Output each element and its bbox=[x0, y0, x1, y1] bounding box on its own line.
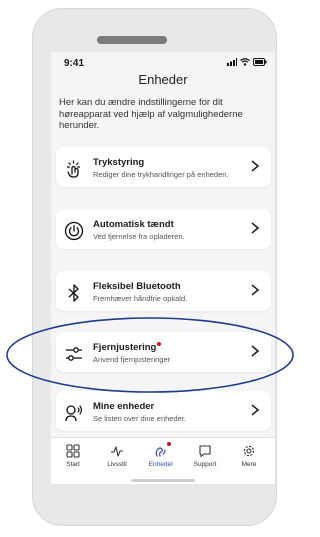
menu-item-fjernjustering[interactable]: Fjernjustering Anvend fjernjusteringer bbox=[56, 332, 271, 372]
chevron-right-icon bbox=[251, 404, 260, 416]
chat-icon bbox=[199, 445, 211, 458]
notification-dot bbox=[167, 442, 171, 446]
tab-label: Start bbox=[66, 461, 80, 468]
hearing-aid-icon bbox=[65, 405, 83, 422]
intro-text: Her kan du ændre indstillingerne for dit… bbox=[59, 97, 243, 131]
menu-item-mine-enheder[interactable]: Mine enheder Se listen over dine enheder… bbox=[56, 391, 271, 431]
page-title: Enheder bbox=[138, 72, 188, 87]
tab-enheder[interactable]: Enheder bbox=[141, 442, 181, 468]
bluetooth-icon bbox=[68, 284, 79, 302]
battery-icon bbox=[253, 58, 267, 66]
chevron-right-icon bbox=[251, 284, 260, 296]
menu-item-subtitle: Se listen over dine enheder. bbox=[93, 414, 186, 423]
status-bar: 9:41 bbox=[51, 52, 275, 74]
home-indicator bbox=[131, 479, 195, 482]
notification-dot bbox=[157, 342, 162, 346]
chevron-right-icon bbox=[251, 160, 260, 172]
tab-livsstil[interactable]: Livsstil bbox=[97, 444, 137, 468]
chevron-right-icon bbox=[251, 345, 260, 357]
tab-label: Enheder bbox=[148, 461, 174, 468]
wifi-icon bbox=[240, 58, 250, 66]
tab-label: Mere bbox=[241, 461, 257, 468]
menu-item-subtitle: Anvend fjernjusteringer bbox=[93, 355, 171, 364]
tap-gesture-icon bbox=[66, 160, 81, 178]
hearing-aid-icon bbox=[155, 447, 166, 457]
status-icons bbox=[227, 58, 267, 66]
menu-item-title: Fleksibel Bluetooth bbox=[93, 281, 181, 292]
menu-item-title: Automatisk tændt bbox=[93, 219, 174, 230]
menu-item-subtitle: Ved fjernelse fra opladeren. bbox=[93, 232, 185, 241]
menu-item-title: Trykstyring bbox=[93, 157, 145, 168]
tab-support[interactable]: Support bbox=[185, 444, 225, 468]
tab-label: Support bbox=[193, 461, 217, 468]
tab-icon-wrap bbox=[154, 442, 171, 458]
chevron-right-icon bbox=[251, 222, 260, 234]
gear-icon bbox=[243, 445, 255, 457]
tab-mere[interactable]: Mere bbox=[229, 444, 269, 468]
grid-icon bbox=[66, 444, 80, 458]
menu-item-subtitle: Fremhæver håndfrie opkald. bbox=[93, 294, 188, 303]
tab-start[interactable]: Start bbox=[53, 444, 93, 468]
power-icon bbox=[64, 221, 84, 241]
tab-label: Livsstil bbox=[107, 461, 127, 468]
bottom-tab-bar: Start Livsstil Enheder Support Mere bbox=[51, 437, 275, 484]
phone-speaker bbox=[97, 36, 167, 44]
menu-item-automatisk-taendt[interactable]: Automatisk tændt Ved fjernelse fra oplad… bbox=[56, 209, 271, 249]
menu-item-subtitle: Rediger dine trykhandlinger på enheden. bbox=[93, 170, 229, 179]
sliders-icon bbox=[66, 347, 82, 361]
menu-item-title: Mine enheder bbox=[93, 401, 155, 412]
status-time: 9:41 bbox=[64, 58, 85, 69]
menu-item-title: Fjernjustering bbox=[93, 342, 162, 353]
menu-item-trykstyring[interactable]: Trykstyring Rediger dine trykhandlinger … bbox=[56, 147, 271, 187]
signal-icon bbox=[227, 58, 237, 66]
app-screen: 9:41 Enheder Her kan du ændre indstillin… bbox=[51, 52, 275, 484]
menu-item-fleksibel-bluetooth[interactable]: Fleksibel Bluetooth Fremhæver håndfrie o… bbox=[56, 271, 271, 311]
activity-icon bbox=[111, 446, 123, 457]
